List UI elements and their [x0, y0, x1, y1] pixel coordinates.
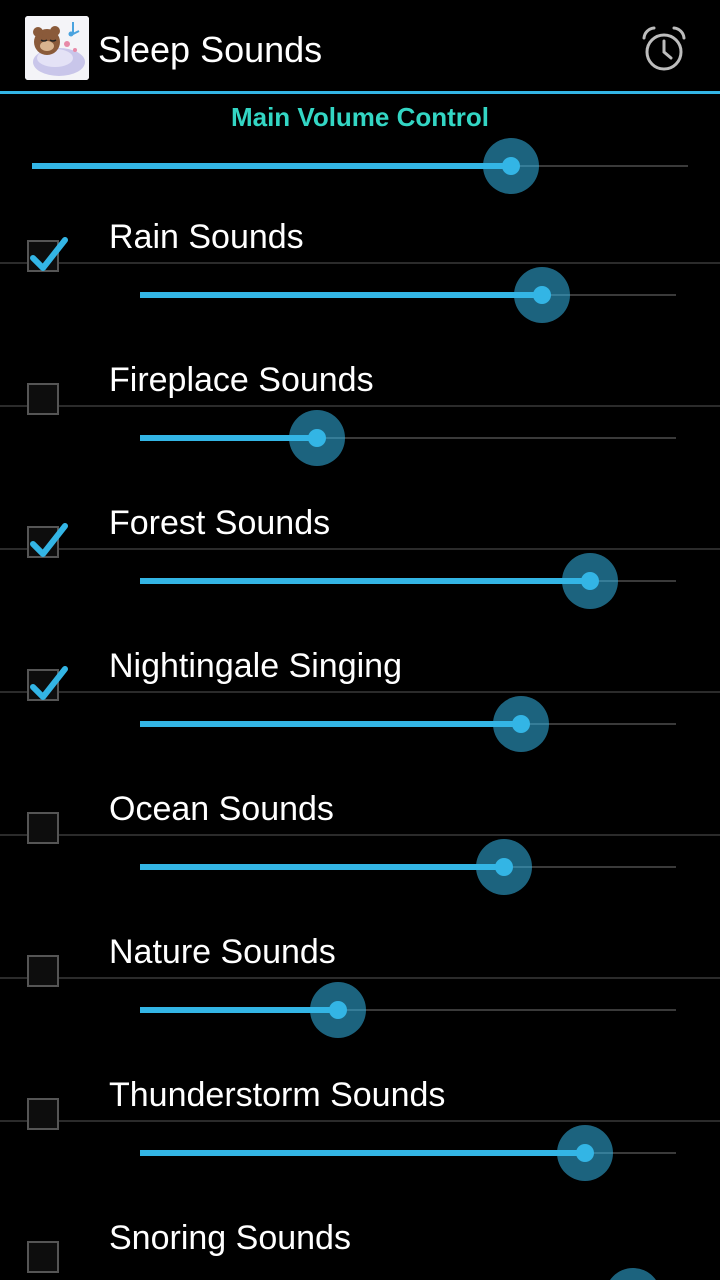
sound-label: Thunderstorm Sounds	[109, 1076, 446, 1114]
app-title: Sleep Sounds	[98, 29, 323, 70]
sound-volume-slider[interactable]	[140, 1266, 676, 1280]
action-bar: Sleep Sounds	[0, 0, 720, 94]
sound-row: Thunderstorm Sounds	[0, 979, 720, 1181]
sound-row: Rain Sounds	[0, 121, 720, 323]
sound-label: Snoring Sounds	[109, 1219, 351, 1257]
sound-label: Fireplace Sounds	[109, 361, 374, 399]
sound-row: Nature Sounds	[0, 836, 720, 1038]
sound-label: Nature Sounds	[109, 933, 336, 971]
sound-row: Fireplace Sounds	[0, 264, 720, 466]
sound-row: Forest Sounds	[0, 407, 720, 609]
sound-label: Rain Sounds	[109, 218, 304, 256]
app-logo-icon	[25, 16, 89, 80]
sound-row: Snoring Sounds	[0, 1122, 720, 1280]
alarm-clock-icon[interactable]	[636, 22, 692, 78]
sound-label: Nightingale Singing	[109, 647, 402, 685]
sound-label: Forest Sounds	[109, 504, 331, 542]
slider-thumb-halo	[605, 1268, 662, 1280]
sound-label: Ocean Sounds	[109, 790, 334, 828]
sound-row: Ocean Sounds	[0, 693, 720, 895]
sound-row: Nightingale Singing	[0, 550, 720, 752]
sound-enable-checkbox[interactable]	[27, 1241, 59, 1273]
